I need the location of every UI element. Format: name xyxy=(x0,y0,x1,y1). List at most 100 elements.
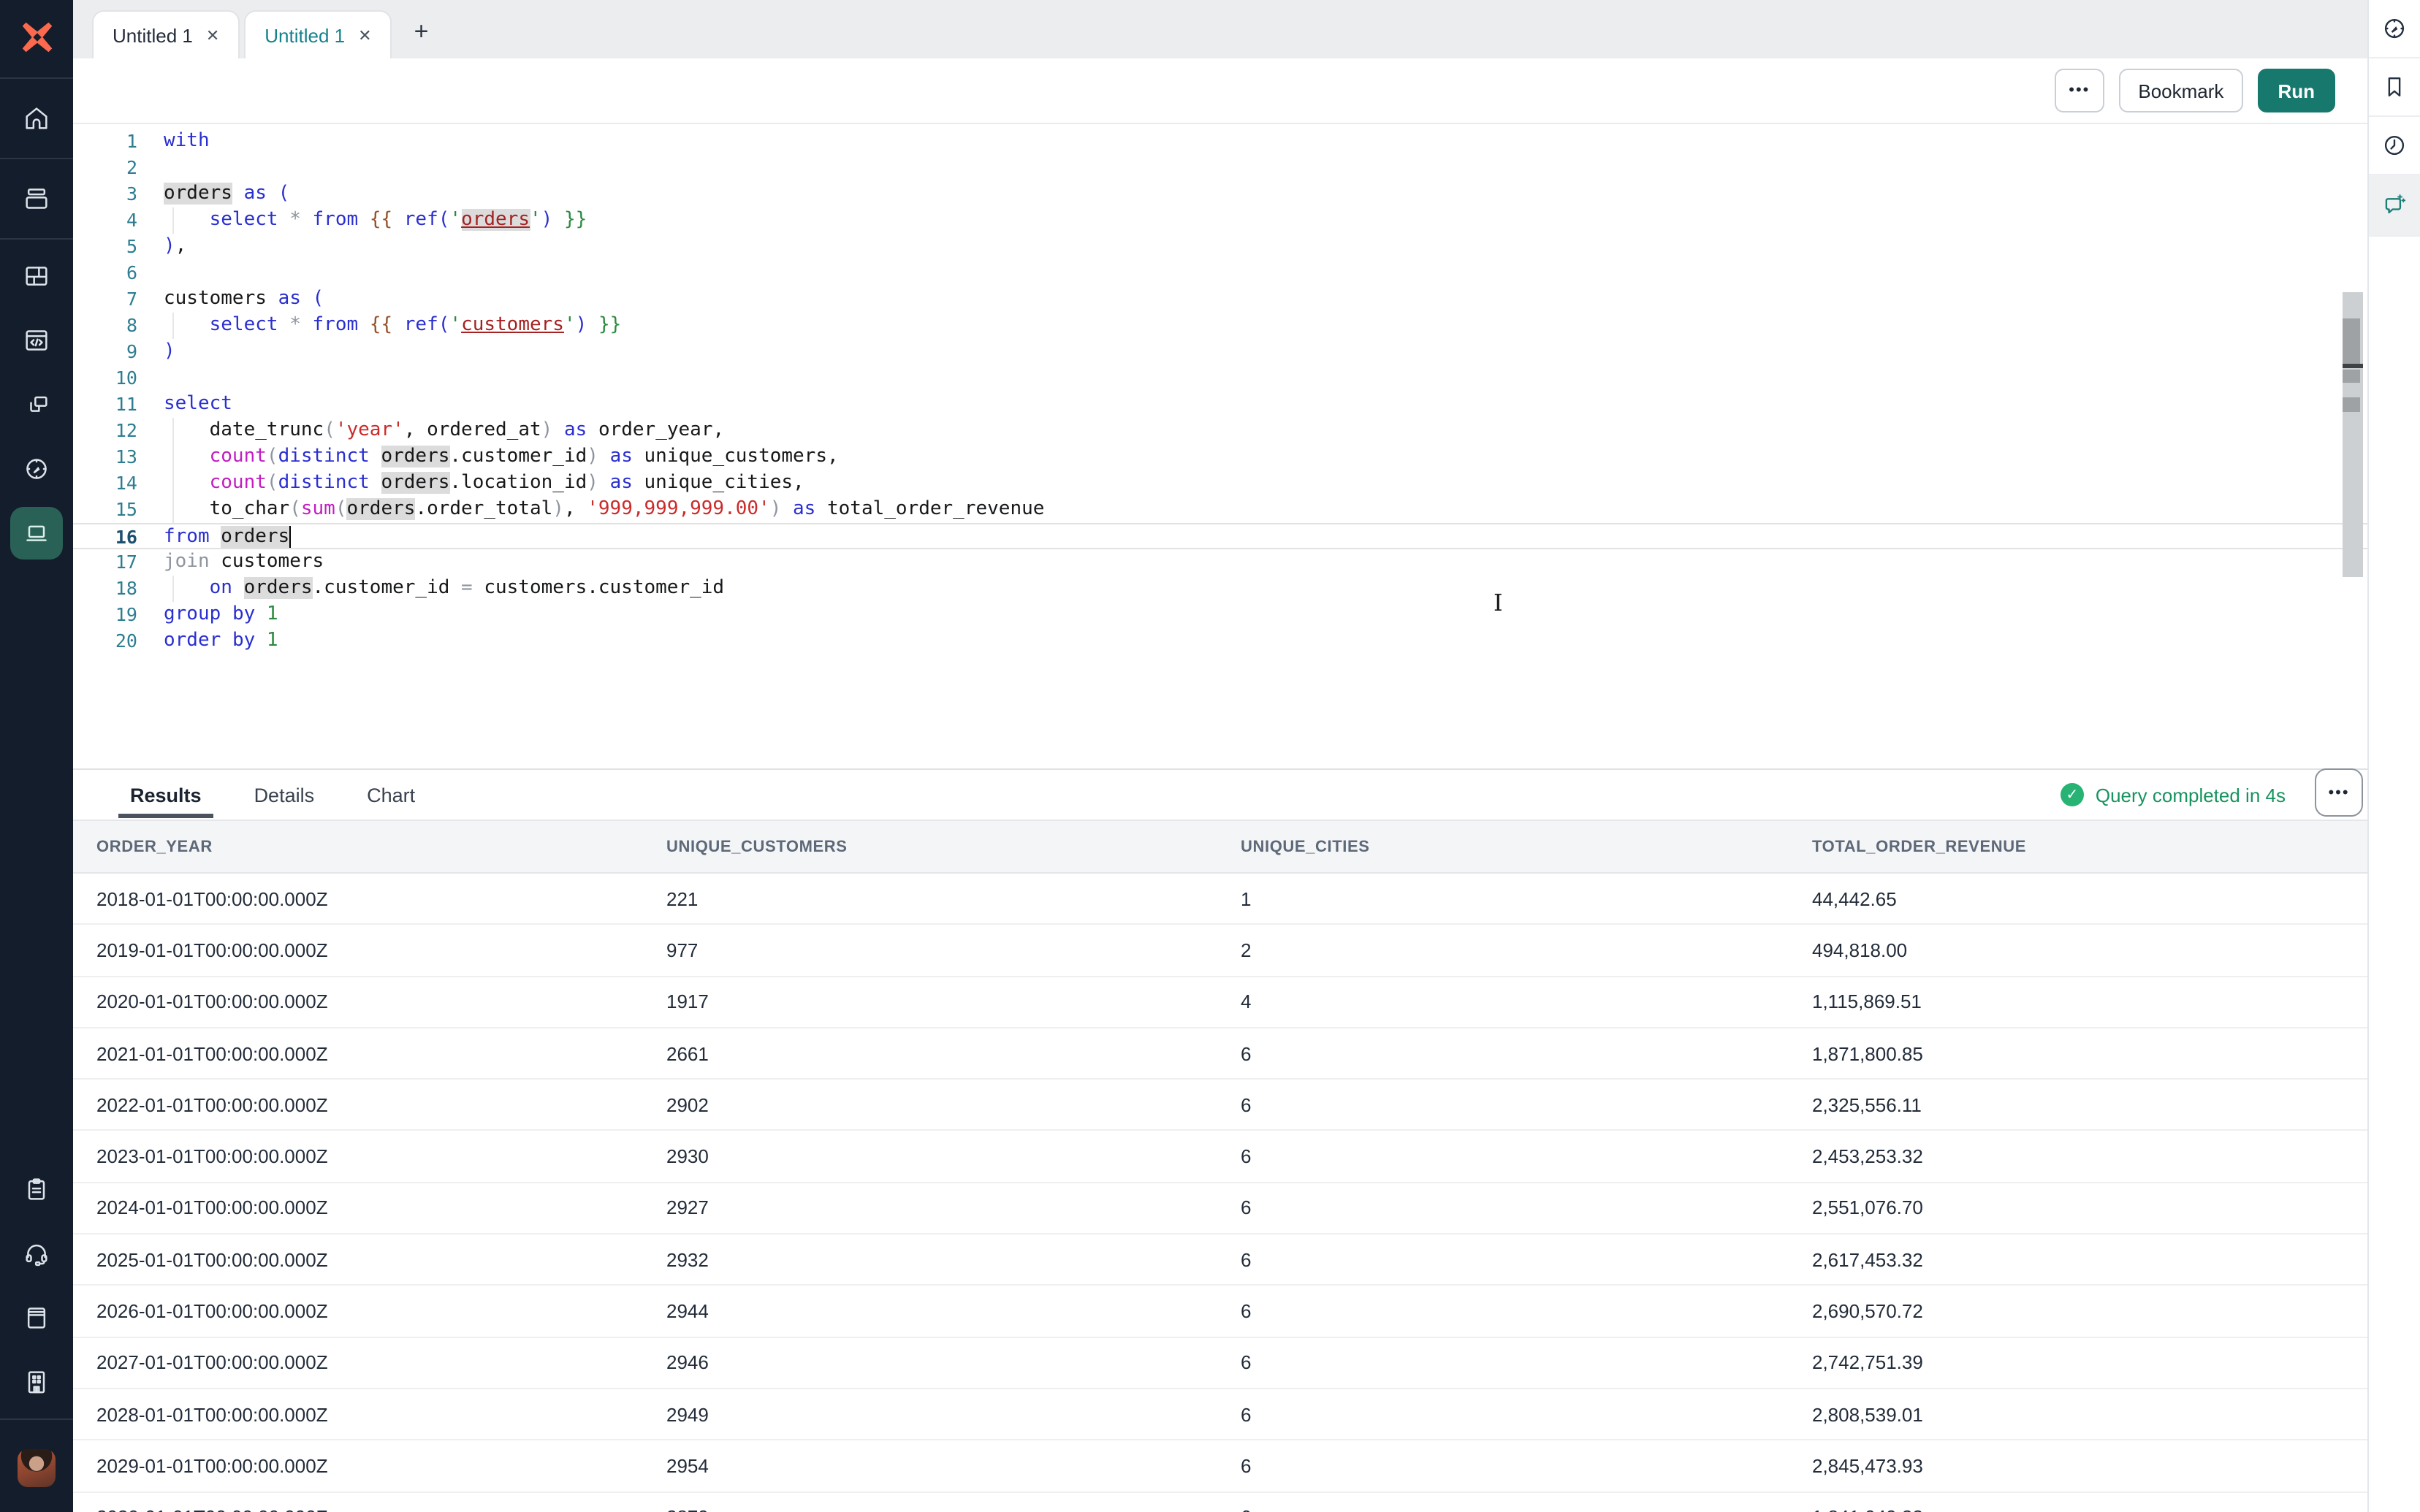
code-line-19[interactable]: 19group by 1 xyxy=(73,602,2367,628)
results-more-button[interactable]: ••• xyxy=(2315,768,2363,817)
table-row[interactable]: 2026-01-01T00:00:00.000Z294462,690,570.7… xyxy=(73,1286,2367,1338)
column-header[interactable]: ORDER_YEAR xyxy=(96,838,666,855)
code-line-4[interactable]: 4 select * from {{ ref('orders') }} xyxy=(73,207,2367,234)
table-row[interactable]: 2025-01-01T00:00:00.000Z293262,617,453.3… xyxy=(73,1234,2367,1286)
code-line-9[interactable]: 9) xyxy=(73,339,2367,365)
table-cell: 2,808,539.01 xyxy=(1812,1403,2367,1425)
bookmark-icon[interactable] xyxy=(2369,58,2420,117)
code-line-18[interactable]: 18 on orders.customer_id = customers.cus… xyxy=(73,576,2367,602)
table-cell: 6 xyxy=(1241,1506,1812,1512)
explore-compass-icon[interactable] xyxy=(0,437,73,501)
results-tabbar: Results Details Chart ✓ Query completed in… xyxy=(73,770,2367,820)
column-header[interactable]: UNIQUE_CITIES xyxy=(1241,838,1812,855)
table-row[interactable]: 2029-01-01T00:00:00.000Z295462,845,473.9… xyxy=(73,1441,2367,1493)
clipboard-icon[interactable] xyxy=(0,1157,73,1221)
table-row[interactable]: 2023-01-01T00:00:00.000Z293062,453,253.3… xyxy=(73,1131,2367,1183)
home-icon[interactable] xyxy=(0,83,73,153)
tab-label: Untitled 1 xyxy=(265,24,345,46)
table-row[interactable]: 2021-01-01T00:00:00.000Z266161,871,800.8… xyxy=(73,1028,2367,1080)
line-number: 18 xyxy=(73,576,137,602)
table-row[interactable]: 2028-01-01T00:00:00.000Z294962,808,539.0… xyxy=(73,1389,2367,1441)
table-cell: 2023-01-01T00:00:00.000Z xyxy=(96,1145,666,1167)
components-icon[interactable] xyxy=(0,373,73,437)
sheet-tab-2[interactable]: Untitled 1 ✕ xyxy=(244,10,392,58)
compute-laptop-icon[interactable] xyxy=(0,501,73,565)
code-line-3[interactable]: 3orders as ( xyxy=(73,181,2367,207)
code-line-7[interactable]: 7customers as ( xyxy=(73,286,2367,313)
table-body: 2018-01-01T00:00:00.000Z221144,442.65201… xyxy=(73,874,2367,1512)
code-line-10[interactable]: 10 xyxy=(73,365,2367,392)
line-number: 1 xyxy=(73,129,137,155)
table-row[interactable]: 2018-01-01T00:00:00.000Z221144,442.65 xyxy=(73,874,2367,925)
support-headset-icon[interactable] xyxy=(0,1221,73,1286)
close-tab-icon[interactable]: ✕ xyxy=(358,26,371,45)
sql-editor[interactable]: 1with23orders as (4 select * from {{ ref… xyxy=(73,124,2367,768)
new-tab-button[interactable]: + xyxy=(414,18,429,47)
table-cell: 6 xyxy=(1241,1352,1812,1374)
check-circle-icon: ✓ xyxy=(2061,783,2084,806)
scrollbar-thumb[interactable] xyxy=(2342,318,2359,364)
hex-logo-icon[interactable] xyxy=(0,0,73,73)
table-cell: 2028-01-01T00:00:00.000Z xyxy=(96,1403,666,1425)
results-tab-chart[interactable]: Chart xyxy=(367,784,415,806)
table-cell: 6 xyxy=(1241,1042,1812,1064)
code-line-2[interactable]: 2 xyxy=(73,155,2367,181)
table-row[interactable]: 2022-01-01T00:00:00.000Z290262,325,556.1… xyxy=(73,1080,2367,1131)
column-header[interactable]: TOTAL_ORDER_REVENUE xyxy=(1812,838,2367,855)
avatar-image xyxy=(18,1449,56,1487)
code-text: to_char(sum(orders.order_total), '999,99… xyxy=(137,497,1044,523)
code-line-15[interactable]: 15 to_char(sum(orders.order_total), '999… xyxy=(73,497,2367,523)
table-cell: 2024-01-01T00:00:00.000Z xyxy=(96,1197,666,1219)
code-line-6[interactable]: 6 xyxy=(73,260,2367,286)
bookmark-button[interactable]: Bookmark xyxy=(2119,69,2242,112)
code-line-12[interactable]: 12 date_trunc('year', ordered_at) as ord… xyxy=(73,418,2367,444)
line-number: 15 xyxy=(73,497,137,523)
results-tab-results[interactable]: Results xyxy=(130,784,202,806)
apps-grid-icon[interactable] xyxy=(0,244,73,308)
code-text: with xyxy=(137,129,210,155)
run-button[interactable]: Run xyxy=(2257,69,2335,112)
table-row[interactable]: 2020-01-01T00:00:00.000Z191741,115,869.5… xyxy=(73,977,2367,1028)
table-cell: 4 xyxy=(1241,990,1812,1012)
editor-scrollbar[interactable] xyxy=(2342,292,2362,577)
code-line-17[interactable]: 17join customers xyxy=(73,549,2367,576)
code-line-8[interactable]: 8 select * from {{ ref('customers') }} xyxy=(73,313,2367,339)
code-line-11[interactable]: 11select xyxy=(73,392,2367,418)
code-text: from orders xyxy=(137,524,291,548)
table-row[interactable]: 2024-01-01T00:00:00.000Z292762,551,076.7… xyxy=(73,1183,2367,1235)
line-number: 6 xyxy=(73,260,137,286)
code-line-16[interactable]: 16from orders xyxy=(73,523,2367,549)
code-text: select xyxy=(137,392,232,418)
code-line-13[interactable]: 13 count(distinct orders.customer_id) as… xyxy=(73,444,2367,470)
table-row[interactable]: 2030-01-01T00:00:00.000Z287961,841,049.3… xyxy=(73,1492,2367,1512)
table-cell: 6 xyxy=(1241,1403,1812,1425)
docs-book-icon[interactable] xyxy=(0,1286,73,1350)
projects-tray-icon[interactable] xyxy=(0,164,73,234)
sheet-tab-1[interactable]: Untitled 1✕ xyxy=(92,10,240,58)
column-header[interactable]: UNIQUE_CUSTOMERS xyxy=(666,838,1241,855)
query-status-text: Query completed in 4s xyxy=(2096,784,2286,806)
more-options-button[interactable]: ••• xyxy=(2054,69,2104,112)
sidebar-top-items xyxy=(0,83,73,565)
code-line-14[interactable]: 14 count(distinct orders.location_id) as… xyxy=(73,470,2367,497)
table-cell: 2661 xyxy=(666,1042,1241,1064)
table-cell: 2,453,253.32 xyxy=(1812,1145,2367,1167)
table-row[interactable]: 2027-01-01T00:00:00.000Z294662,742,751.3… xyxy=(73,1337,2367,1389)
org-building-icon[interactable] xyxy=(0,1350,73,1414)
sidebar-divider xyxy=(0,77,73,79)
code-window-icon[interactable] xyxy=(0,308,73,373)
code-line-1[interactable]: 1with xyxy=(73,129,2367,155)
table-cell: 2,742,751.39 xyxy=(1812,1352,2367,1374)
code-line-20[interactable]: 20order by 1 xyxy=(73,628,2367,654)
code-text: ), xyxy=(137,234,186,260)
compass-icon[interactable] xyxy=(2369,0,2420,58)
main-area: Untitled 1✕Untitled 1✕ + ••• Bookmark Ru… xyxy=(73,0,2367,1512)
history-clock-icon[interactable] xyxy=(2369,117,2420,175)
ai-chat-icon[interactable] xyxy=(2369,175,2420,237)
user-avatar[interactable] xyxy=(0,1424,73,1512)
close-tab-icon[interactable]: ✕ xyxy=(206,26,219,45)
code-line-5[interactable]: 5), xyxy=(73,234,2367,260)
line-number: 2 xyxy=(73,155,137,181)
table-row[interactable]: 2019-01-01T00:00:00.000Z9772494,818.00 xyxy=(73,925,2367,977)
results-tab-details[interactable]: Details xyxy=(254,784,315,806)
